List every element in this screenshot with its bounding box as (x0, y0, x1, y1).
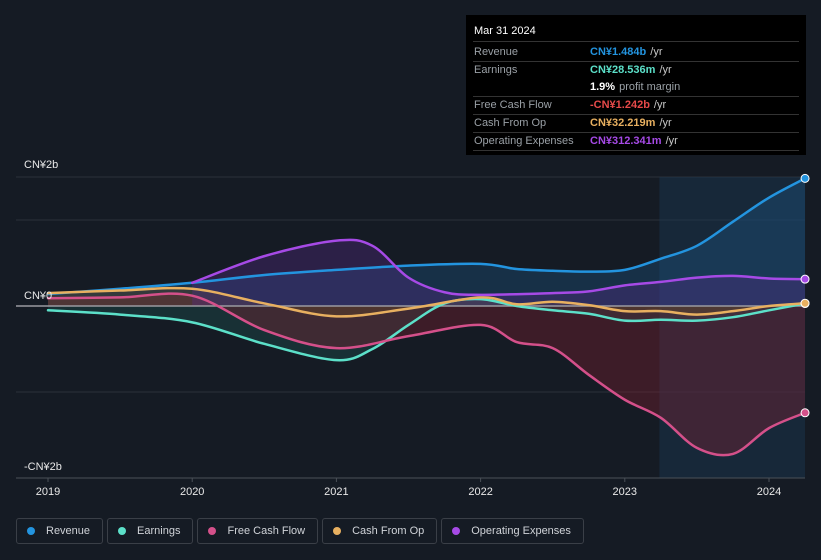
free-cash-flow-endpoint (800, 408, 810, 418)
tooltip-value: CN¥28.536m (590, 64, 656, 76)
tooltip-row-fcf: Free Cash Flow -CN¥1.242b /yr (473, 97, 799, 115)
revenue-endpoint (800, 173, 810, 183)
y-tick-label: -CN¥2b (24, 461, 62, 473)
tooltip-label: Revenue (474, 46, 519, 58)
x-tick-labels: 2019 2020 2021 2022 2023 2024 (36, 478, 781, 498)
tooltip-label: Earnings (474, 64, 518, 76)
tooltip-value: -CN¥1.242b (590, 99, 650, 111)
legend-label: Cash From Op (352, 525, 425, 537)
tooltip-unit: /yr (659, 64, 672, 76)
tooltip-label (473, 79, 590, 96)
tooltip-label: Operating Expenses (474, 135, 574, 147)
tooltip: Mar 31 2024 Revenue CN¥1.484b /yr Earnin… (466, 15, 806, 155)
legend-label: Operating Expenses (471, 525, 571, 537)
tooltip-date: Mar 31 2024 (473, 23, 799, 42)
legend: Revenue Earnings Free Cash Flow Cash Fro… (16, 518, 584, 544)
legend-item-free-cash-flow[interactable]: Free Cash Flow (197, 518, 319, 544)
x-tick-label: 2020 (180, 486, 204, 498)
y-tick-label: CN¥0 (24, 290, 52, 302)
tooltip-value: CN¥1.484b (590, 46, 647, 58)
legend-label: Earnings (137, 525, 181, 537)
tooltip-row-profit-margin: 1.9% profit margin (473, 79, 799, 97)
y-tick-labels: CN¥2b CN¥0 -CN¥2b (24, 159, 62, 473)
tooltip-value: CN¥32.219m (590, 117, 656, 129)
tooltip-unit: /yr (665, 135, 678, 147)
x-tick-label: 2021 (324, 486, 348, 498)
cash-from-op-dot-icon (333, 527, 342, 535)
x-tick-label: 2023 (613, 486, 637, 498)
tooltip-value: CN¥312.341m (590, 135, 662, 147)
cash-from-op-endpoint (800, 298, 810, 308)
operating-expenses-dot-icon (452, 527, 461, 535)
x-tick-label: 2019 (36, 486, 60, 498)
legend-item-cash-from-op[interactable]: Cash From Op (322, 518, 438, 544)
legend-label: Free Cash Flow (227, 525, 306, 537)
y-tick-label: CN¥2b (24, 159, 58, 171)
x-tick-label: 2022 (468, 486, 492, 498)
tooltip-unit: profit margin (619, 81, 681, 93)
tooltip-unit: /yr (659, 117, 672, 129)
tooltip-row-cfo: Cash From Op CN¥32.219m /yr (473, 115, 799, 133)
earnings-dot-icon (118, 527, 127, 535)
tooltip-label: Cash From Op (474, 117, 547, 129)
operating-expenses-endpoint (800, 274, 810, 284)
tooltip-value: 1.9% (590, 81, 616, 93)
legend-item-operating-expenses[interactable]: Operating Expenses (441, 518, 584, 544)
tooltip-label: Free Cash Flow (474, 99, 552, 111)
legend-label: Revenue (46, 525, 91, 537)
legend-item-earnings[interactable]: Earnings (107, 518, 194, 544)
legend-item-revenue[interactable]: Revenue (16, 518, 104, 544)
revenue-dot-icon (27, 527, 35, 535)
tooltip-unit: /yr (650, 46, 663, 58)
tooltip-unit: /yr (653, 99, 667, 111)
tooltip-row-revenue: Revenue CN¥1.484b /yr (473, 44, 799, 62)
tooltip-row-earnings: Earnings CN¥28.536m /yr (473, 62, 799, 79)
tooltip-row-opex: Operating Expenses CN¥312.341m /yr (473, 133, 799, 151)
free-cash-flow-dot-icon (208, 527, 217, 535)
x-tick-label: 2024 (757, 486, 781, 498)
